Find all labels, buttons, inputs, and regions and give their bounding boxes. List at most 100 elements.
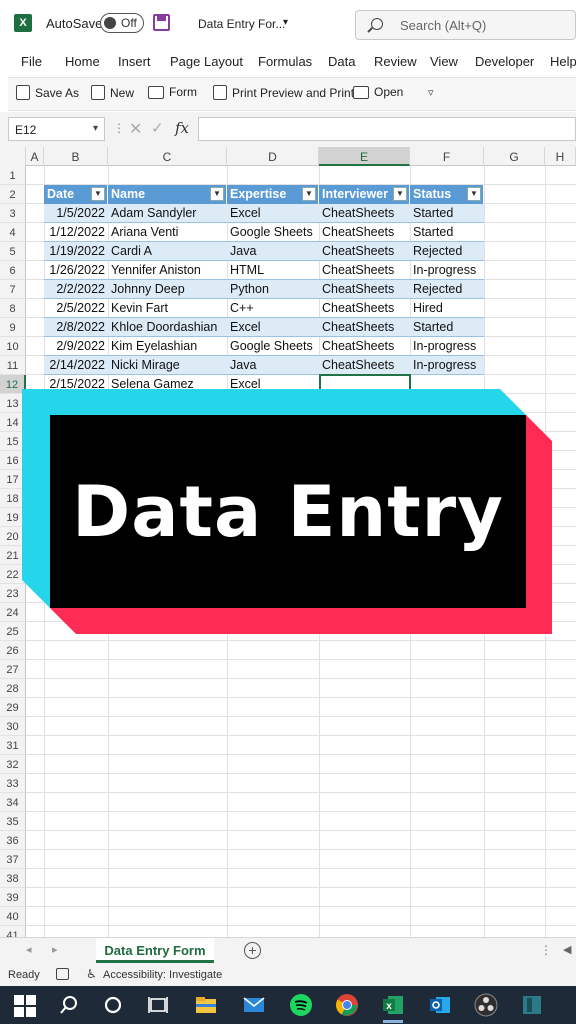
row-header-26[interactable]: 26 [0,641,26,660]
table-cell[interactable] [410,375,484,394]
table-cell[interactable]: Started [410,204,484,223]
accessibility-status[interactable]: Accessibility: Investigate [103,969,222,981]
row-header-41[interactable]: 41 [0,926,26,937]
mail-icon[interactable] [242,993,266,1017]
row-header-40[interactable]: 40 [0,907,26,926]
table-cell[interactable]: Johnny Deep [108,280,227,299]
table-cell[interactable]: Kim Eyelashian [108,337,227,356]
row-header-23[interactable]: 23 [0,584,26,603]
outlook-icon[interactable] [428,993,452,1017]
document-title[interactable]: Data Entry For... [198,17,285,31]
table-cell[interactable]: 2/14/2022 [44,356,108,375]
row-header-7[interactable]: 7 [0,280,26,299]
row-header-36[interactable]: 36 [0,831,26,850]
table-cell[interactable]: Started [410,318,484,337]
row-header-32[interactable]: 32 [0,755,26,774]
formula-input[interactable] [198,117,576,141]
row-header-12[interactable]: 12 [0,375,26,394]
table-cell[interactable]: 1/12/2022 [44,223,108,242]
customize-toolbar-icon[interactable]: ▿ [428,86,434,99]
chevron-down-icon[interactable]: ▾ [93,123,98,134]
row-header-1[interactable]: 1 [0,166,26,185]
table-cell[interactable]: Hired [410,299,484,318]
accessibility-icon[interactable]: ♿ [86,967,97,981]
row-header-28[interactable]: 28 [0,679,26,698]
more-icon[interactable]: ⋮ [113,121,125,135]
table-header-date[interactable]: Date ▼ [44,185,108,204]
file-explorer-icon[interactable] [194,993,218,1017]
add-sheet-icon[interactable]: + [244,942,261,959]
more-icon[interactable]: ⋮ [540,943,552,957]
tab-review[interactable]: Review [374,54,417,69]
table-cell[interactable]: 2/5/2022 [44,299,108,318]
table-cell[interactable]: Java [227,356,319,375]
table-cell[interactable]: 2/9/2022 [44,337,108,356]
table-cell[interactable]: CheatSheets [319,242,410,261]
row-header-8[interactable]: 8 [0,299,26,318]
tab-data[interactable]: Data [328,54,355,69]
table-cell[interactable]: CheatSheets [319,337,410,356]
table-cell[interactable]: Rejected [410,242,484,261]
form-button[interactable]: Form [148,85,197,99]
table-cell[interactable]: 2/15/2022 [44,375,108,394]
table-cell[interactable]: Python [227,280,319,299]
worksheet-grid[interactable]: ABCDEFGH 1 2 3 4 5 6 7 8 9 10 11 12 13 14 15 16 17 18 19 20… [0,147,576,937]
table-cell[interactable]: 1/19/2022 [44,242,108,261]
scroll-left-icon[interactable]: ◂ [26,943,32,956]
tab-home[interactable]: Home [65,54,100,69]
spotify-icon[interactable] [289,993,313,1017]
table-cell[interactable]: Ariana Venti [108,223,227,242]
table-cell[interactable]: C++ [227,299,319,318]
search-icon[interactable] [57,993,81,1017]
row-header-16[interactable]: 16 [0,451,26,470]
table-cell[interactable]: Rejected [410,280,484,299]
filter-dropdown-icon[interactable]: ▼ [302,187,316,201]
table-cell[interactable]: CheatSheets [319,204,410,223]
table-cell[interactable]: CheatSheets [319,318,410,337]
cancel-icon[interactable]: ✕ [129,119,142,139]
row-header-6[interactable]: 6 [0,261,26,280]
enter-icon[interactable]: ✓ [151,119,164,137]
column-header-f[interactable]: F [410,147,484,166]
search-input[interactable]: Search (Alt+Q) [355,10,576,40]
task-view-icon[interactable] [146,993,170,1017]
row-header-20[interactable]: 20 [0,527,26,546]
table-cell[interactable]: Excel [227,318,319,337]
row-header-39[interactable]: 39 [0,888,26,907]
table-cell[interactable]: CheatSheets [319,356,410,375]
table-header-expertise[interactable]: Expertise ▼ [227,185,319,204]
autosave-toggle[interactable]: Off [100,13,144,33]
row-header-21[interactable]: 21 [0,546,26,565]
windows-start-icon[interactable] [14,995,36,1017]
row-header-35[interactable]: 35 [0,812,26,831]
row-header-17[interactable]: 17 [0,470,26,489]
row-header-11[interactable]: 11 [0,356,26,375]
table-cell[interactable]: 2/8/2022 [44,318,108,337]
table-header-status[interactable]: Status ▼ [410,185,484,204]
tab-help[interactable]: Help [550,54,576,69]
row-header-2[interactable]: 2 [0,185,26,204]
table-cell[interactable]: In-progress [410,261,484,280]
table-cell[interactable]: Yennifer Aniston [108,261,227,280]
select-all-corner[interactable] [0,147,26,166]
save-icon[interactable] [153,14,170,31]
column-header-d[interactable]: D [227,147,319,166]
tab-view[interactable]: View [430,54,458,69]
row-header-4[interactable]: 4 [0,223,26,242]
scroll-left-icon[interactable]: ◀ [563,943,571,956]
table-cell[interactable]: CheatSheets [319,261,410,280]
table-cell[interactable]: 2/2/2022 [44,280,108,299]
row-header-19[interactable]: 19 [0,508,26,527]
filter-dropdown-icon[interactable]: ▼ [393,187,407,201]
table-cell[interactable]: HTML [227,261,319,280]
table-cell[interactable]: Cardi A [108,242,227,261]
table-cell[interactable]: 1/5/2022 [44,204,108,223]
table-cell[interactable]: In-progress [410,356,484,375]
column-header-c[interactable]: C [108,147,227,166]
column-header-b[interactable]: B [44,147,108,166]
tab-page-layout[interactable]: Page Layout [170,54,243,69]
save-as-button[interactable]: Save As [16,85,79,100]
table-cell[interactable]: Excel [227,204,319,223]
row-header-33[interactable]: 33 [0,774,26,793]
new-button[interactable]: New [91,85,134,100]
